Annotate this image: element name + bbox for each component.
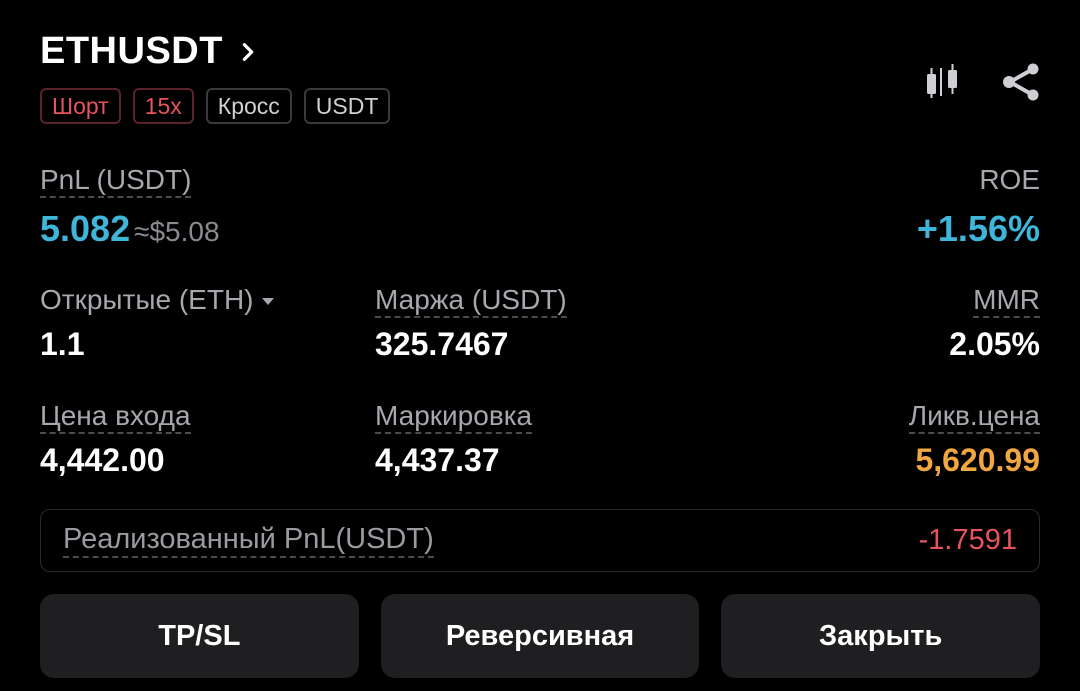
candlestick-icon[interactable] (924, 62, 962, 102)
margin-label[interactable]: Маржа (USDT) (375, 284, 567, 318)
realized-pnl-value: -1.7591 (918, 524, 1017, 556)
share-icon[interactable] (1002, 63, 1040, 101)
header-actions (924, 62, 1040, 102)
mark-price-block: Маркировка 4,437.37 (375, 400, 533, 478)
symbol-title[interactable]: ETHUSDT (40, 30, 223, 73)
open-qty-label[interactable]: Открытые (ETH) (40, 284, 274, 316)
chevron-right-icon[interactable] (237, 41, 259, 63)
pnl-label[interactable]: PnL (USDT) (40, 164, 192, 198)
mmr-label[interactable]: MMR (973, 284, 1040, 318)
mmr-value: 2.05% (949, 326, 1040, 362)
realized-pnl-label[interactable]: Реализованный PnL(USDT) (63, 523, 434, 558)
symbol-header[interactable]: ETHUSDT (40, 30, 259, 73)
roe-label: ROE (979, 164, 1040, 195)
tpsl-button[interactable]: TP/SL (40, 594, 359, 678)
pnl-block: PnL (USDT) 5.082 ≈$5.08 (40, 164, 220, 250)
liq-price-block: Ликв.цена 5,620.99 (908, 400, 1040, 478)
margin-block: Маржа (USDT) 325.7467 (375, 284, 567, 362)
mark-price-label[interactable]: Маркировка (375, 400, 533, 434)
mark-price-value: 4,437.37 (375, 442, 500, 478)
margin-value: 325.7467 (375, 326, 509, 362)
close-position-button[interactable]: Закрыть (721, 594, 1041, 678)
realized-pnl-row: Реализованный PnL(USDT) -1.7591 (40, 509, 1040, 572)
entry-price-label[interactable]: Цена входа (40, 400, 191, 434)
side-tag: Шорт (40, 88, 121, 124)
roe-value: +1.56% (916, 208, 1040, 249)
pnl-approx-usd: ≈$5.08 (134, 216, 220, 247)
leverage-tag: 15x (132, 88, 194, 124)
pnl-value: 5.082 (40, 208, 131, 249)
open-qty-value: 1.1 (40, 326, 85, 362)
open-qty-block: Открытые (ETH) 1.1 (40, 284, 274, 362)
reverse-button[interactable]: Реверсивная (380, 594, 700, 678)
entry-price-block: Цена входа 4,442.00 (40, 400, 191, 478)
liq-price-value: 5,620.99 (915, 442, 1040, 478)
roe-block: ROE +1.56% (917, 164, 1040, 250)
mmr-block: MMR 2.05% (949, 284, 1040, 362)
margin-mode-tag: Кросс (205, 88, 292, 124)
position-tags: Шорт 15x Кросс USDT (40, 88, 391, 124)
action-buttons: TP/SL Реверсивная Закрыть (40, 594, 1041, 678)
liq-price-label[interactable]: Ликв.цена (908, 400, 1040, 434)
caret-down-icon[interactable] (261, 298, 274, 306)
settle-currency-tag: USDT (303, 88, 391, 124)
entry-price-value: 4,442.00 (40, 442, 165, 478)
